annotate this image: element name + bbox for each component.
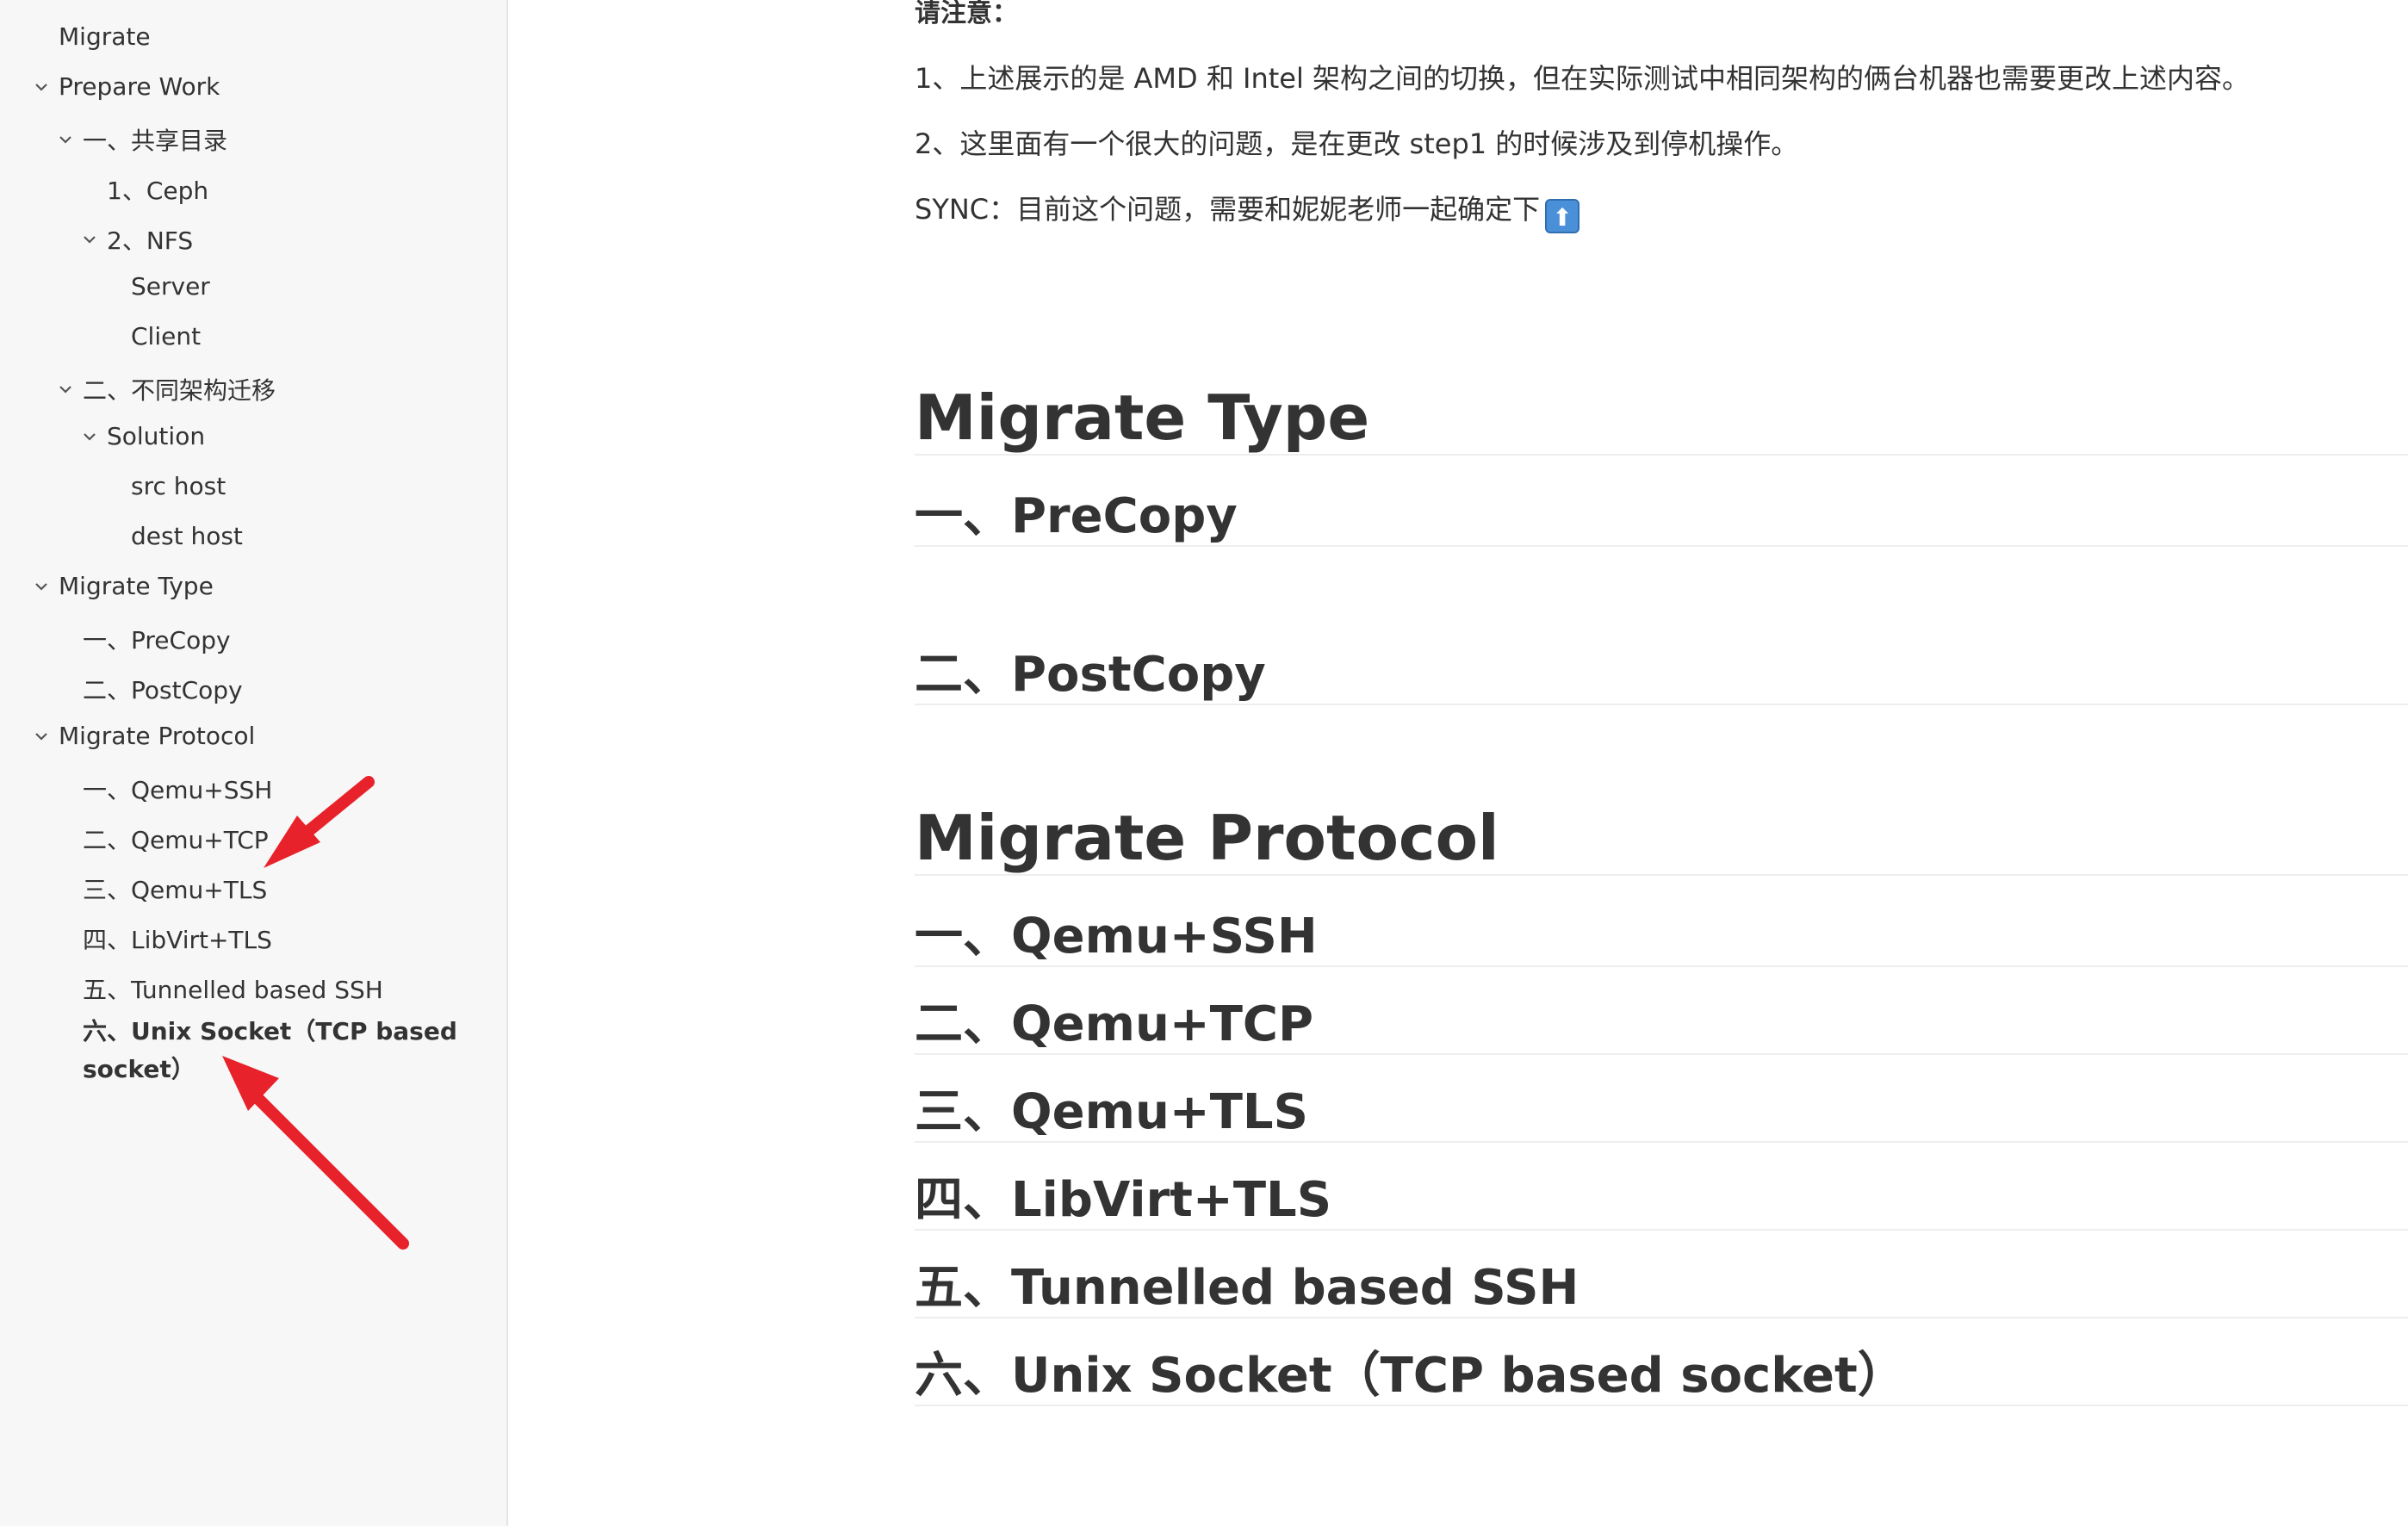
outline-item-migrate[interactable]: Migrate xyxy=(59,22,151,51)
outline-item-qemu-tcp[interactable]: 二、Qemu+TCP xyxy=(83,822,269,856)
paragraph-1: 1、上述展示的是 AMD 和 Intel 架构之间的切换，但在实际测试中相同架构… xyxy=(915,62,2250,95)
editor-window: Migrate Prepare Work 一、共享目录 1、Ceph 2、NFS… xyxy=(0,0,2408,1526)
outline-item-label: Server xyxy=(131,272,210,301)
heading-unix-socket: 六、Unix Socket（TCP based socket） xyxy=(915,1347,2408,1407)
outline-item-label: Migrate xyxy=(59,22,151,51)
outline-item-dest-host[interactable]: dest host xyxy=(131,522,243,550)
outline-item-label: Solution xyxy=(107,422,206,450)
outline-item-label: 2、NFS xyxy=(107,226,194,255)
outline-item-label: Prepare Work xyxy=(59,72,220,101)
chevron-down-icon[interactable] xyxy=(34,83,53,91)
sync-text: SYNC：目前这个问题，需要和妮妮老师一起确定下 xyxy=(915,193,1541,226)
outline-item-label: 一、Qemu+SSH xyxy=(83,776,273,804)
heading-libvirt-tls: 四、LibVirt+TLS xyxy=(915,1171,2408,1231)
outline-item-label: 一、共享目录 xyxy=(83,127,228,155)
outline-item-label: 1、Ceph xyxy=(107,177,209,205)
outline-item-label: 二、Qemu+TCP xyxy=(83,826,269,854)
outline-item-client[interactable]: Client xyxy=(131,322,201,350)
outline-item-qemu-tls[interactable]: 三、Qemu+TLS xyxy=(83,872,267,906)
outline-item-cross-arch[interactable]: 二、不同架构迁移 xyxy=(59,372,276,406)
outline-item-migrate-type[interactable]: Migrate Type xyxy=(35,572,214,600)
heading-tunnelled-ssh: 五、Tunnelled based SSH xyxy=(915,1259,2408,1319)
paragraph-2: 2、这里面有一个很大的问题，是在更改 step1 的时候涉及到停机操作。 xyxy=(915,127,1799,160)
outline-sidebar: Migrate Prepare Work 一、共享目录 1、Ceph 2、NFS… xyxy=(0,0,508,1526)
outline-item-prepare-work[interactable]: Prepare Work xyxy=(35,72,220,101)
outline-item-label: 五、Tunnelled based SSH xyxy=(83,976,383,1004)
outline-item-nfs[interactable]: 2、NFS xyxy=(84,222,194,257)
outline-item-label: 一、PreCopy xyxy=(83,626,231,654)
chevron-down-icon[interactable] xyxy=(59,135,78,144)
heading-migrate-protocol: Migrate Protocol xyxy=(915,803,2408,876)
heading-postcopy: 二、PostCopy xyxy=(915,646,2408,706)
outline-item-label: Client xyxy=(131,322,202,350)
outline-item-tunnelled-ssh[interactable]: 五、Tunnelled based SSH xyxy=(83,971,383,1006)
outline-item-precopy[interactable]: 一、PreCopy xyxy=(83,622,231,656)
outline-item-server[interactable]: Server xyxy=(131,272,210,301)
heading-precopy: 一、PreCopy xyxy=(915,487,2408,548)
note-heading: 请注意： xyxy=(915,0,1018,28)
outline-item-unix-socket[interactable]: 六、Unix Socket（TCP based socket） xyxy=(83,1013,487,1089)
outline-item-label: 二、不同架构迁移 xyxy=(83,376,276,405)
outline-item-label: 四、LibVirt+TLS xyxy=(83,926,272,954)
outline-item-migrate-protocol[interactable]: Migrate Protocol xyxy=(35,722,256,750)
outline-item-label: Migrate Protocol xyxy=(59,722,256,750)
outline-item-postcopy[interactable]: 二、PostCopy xyxy=(83,672,243,706)
heading-migrate-type: Migrate Type xyxy=(915,382,2408,456)
paragraph-sync: SYNC：目前这个问题，需要和妮妮老师一起确定下 ⬆ xyxy=(915,188,1580,233)
heading-qemu-tcp: 二、Qemu+TCP xyxy=(915,996,2408,1056)
outline-item-label: 三、Qemu+TLS xyxy=(83,876,268,904)
outline-item-shared-dir[interactable]: 一、共享目录 xyxy=(59,122,228,157)
outline-item-label: src host xyxy=(131,472,227,500)
chevron-down-icon[interactable] xyxy=(83,432,102,441)
chevron-down-icon[interactable] xyxy=(34,732,53,741)
outline-item-label: dest host xyxy=(131,522,243,550)
document-content: 请注意： 1、上述展示的是 AMD 和 Intel 架构之间的切换，但在实际测试… xyxy=(915,0,2408,1526)
heading-qemu-tls: 三、Qemu+TLS xyxy=(915,1083,2408,1144)
outline-item-qemu-ssh[interactable]: 一、Qemu+SSH xyxy=(83,772,272,806)
up-arrow-icon: ⬆ xyxy=(1545,199,1580,233)
outline-item-label: 六、Unix Socket（TCP based socket） xyxy=(83,1017,457,1083)
outline-item-label: Migrate Type xyxy=(59,572,214,600)
chevron-down-icon[interactable] xyxy=(34,582,53,591)
outline-item-solution[interactable]: Solution xyxy=(84,422,206,450)
chevron-down-icon[interactable] xyxy=(59,385,78,394)
outline-item-src-host[interactable]: src host xyxy=(131,472,226,500)
outline-item-libvirt-tls[interactable]: 四、LibVirt+TLS xyxy=(83,921,272,956)
chevron-down-icon[interactable] xyxy=(83,235,102,244)
outline-item-ceph[interactable]: 1、Ceph xyxy=(107,172,208,207)
heading-qemu-ssh: 一、Qemu+SSH xyxy=(915,908,2408,968)
outline-item-label: 二、PostCopy xyxy=(83,676,243,704)
